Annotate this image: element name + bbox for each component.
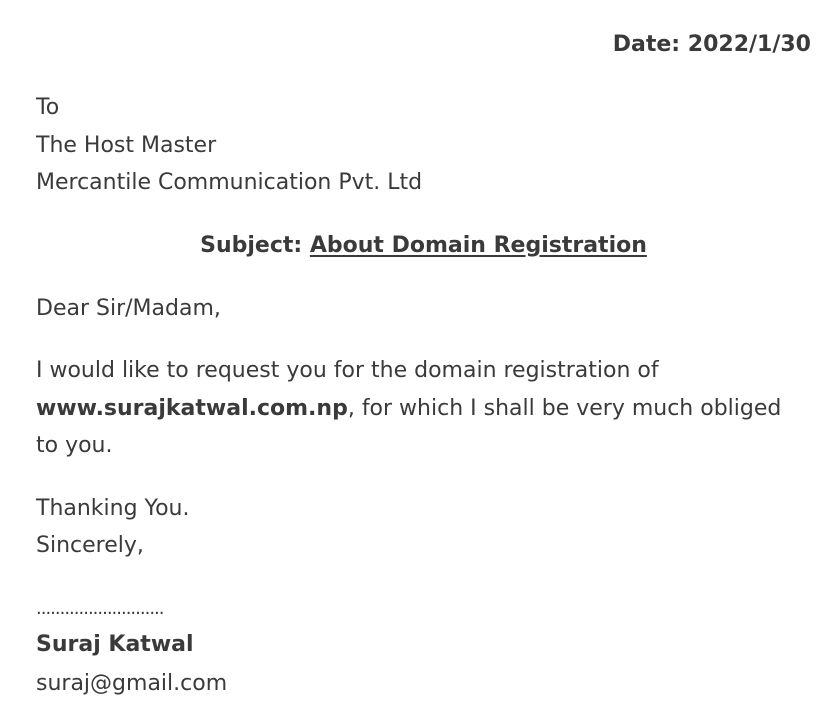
date-label: Date:: [612, 32, 681, 57]
body-intro: I would like to request you for the doma…: [36, 358, 659, 383]
date-value: 2022/1/30: [687, 32, 811, 57]
signer-email: suraj@gmail.com: [36, 671, 228, 696]
letter: Date: 2022/1/30 To The Host Master Merca…: [36, 0, 811, 725]
body-paragraph: I would like to request you for the doma…: [36, 352, 806, 465]
salutation: Dear Sir/Madam,: [36, 296, 221, 321]
signer-name: Suraj Katwal: [36, 632, 194, 657]
signature-line: ...........................: [36, 598, 164, 619]
subject-line: Subject: About Domain Registration: [36, 228, 811, 264]
domain-name: www.surajkatwal.com.np: [36, 395, 348, 421]
recipient-to: To: [36, 95, 60, 120]
closing-thanks: Thanking You.: [36, 496, 190, 521]
subject-text: About Domain Registration: [309, 233, 647, 258]
recipient-company: Mercantile Communication Pvt. Ltd: [36, 170, 423, 195]
closing-sign-off: Sincerely,: [36, 533, 144, 558]
recipient-name: The Host Master: [36, 133, 217, 158]
subject-label: Subject:: [200, 233, 303, 258]
letter-date: Date: 2022/1/30: [613, 29, 811, 61]
